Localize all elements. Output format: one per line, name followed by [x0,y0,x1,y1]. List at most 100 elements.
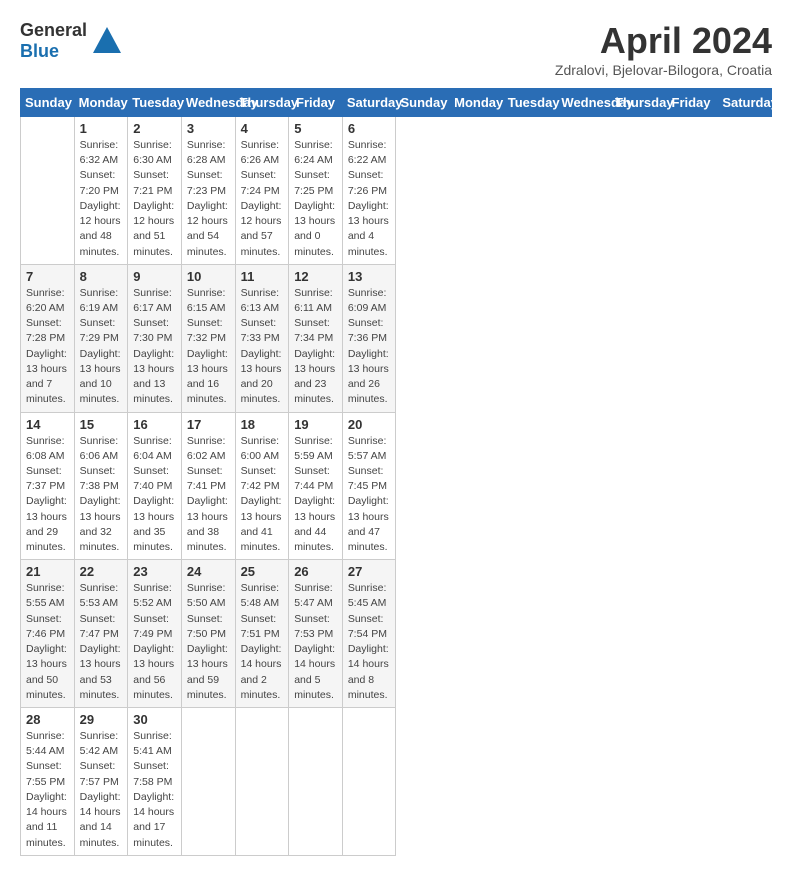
day-info: Sunrise: 5:47 AM Sunset: 7:53 PM Dayligh… [294,581,337,703]
logo: General Blue [20,20,123,62]
logo-text: General Blue [20,20,87,62]
day-info: Sunrise: 6:06 AM Sunset: 7:38 PM Dayligh… [80,434,123,556]
day-number: 13 [348,269,391,284]
day-info: Sunrise: 6:19 AM Sunset: 7:29 PM Dayligh… [80,286,123,408]
day-number: 18 [241,417,284,432]
day-number: 15 [80,417,123,432]
calendar-week-row: 28Sunrise: 5:44 AM Sunset: 7:55 PM Dayli… [21,708,772,856]
day-info: Sunrise: 6:02 AM Sunset: 7:41 PM Dayligh… [187,434,230,556]
day-number: 2 [133,121,176,136]
calendar-day-header: Tuesday [503,89,557,117]
calendar-cell: 22 Sunrise: 5:53 AM Sunset: 7:47 PM Dayli… [74,560,128,708]
day-info: Sunrise: 5:57 AM Sunset: 7:45 PM Dayligh… [348,434,391,556]
calendar-day-header: Tuesday [128,89,182,117]
calendar-cell [235,708,289,856]
calendar-day-header: Saturday [342,89,396,117]
page-header: General Blue April 2024 Zdralovi, Bjelov… [20,20,772,78]
day-info: Sunrise: 6:22 AM Sunset: 7:26 PM Dayligh… [348,138,391,260]
calendar-cell: 15 Sunrise: 6:06 AM Sunset: 7:38 PM Dayli… [74,412,128,560]
day-number: 3 [187,121,230,136]
day-info: Sunrise: 6:30 AM Sunset: 7:21 PM Dayligh… [133,138,176,260]
calendar-week-row: 14Sunrise: 6:08 AM Sunset: 7:37 PM Dayli… [21,412,772,560]
calendar-cell: 9Sunrise: 6:17 AM Sunset: 7:30 PM Daylig… [128,264,182,412]
day-number: 17 [187,417,230,432]
calendar-cell: 13 Sunrise: 6:09 AM Sunset: 7:36 PM Dayli… [342,264,396,412]
day-info: Sunrise: 6:20 AM Sunset: 7:28 PM Dayligh… [26,286,69,408]
day-number: 8 [80,269,123,284]
day-info: Sunrise: 6:26 AM Sunset: 7:24 PM Dayligh… [241,138,284,260]
day-info: Sunrise: 5:55 AM Sunset: 7:46 PM Dayligh… [26,581,69,703]
calendar-day-header: Monday [74,89,128,117]
calendar-cell: 28Sunrise: 5:44 AM Sunset: 7:55 PM Dayli… [21,708,75,856]
day-number: 21 [26,564,69,579]
calendar-cell: 4 Sunrise: 6:26 AM Sunset: 7:24 PM Daylig… [235,117,289,265]
calendar-day-header: Friday [289,89,343,117]
calendar-cell: 25 Sunrise: 5:48 AM Sunset: 7:51 PM Dayli… [235,560,289,708]
calendar-day-header: Wednesday [557,89,611,117]
day-info: Sunrise: 5:42 AM Sunset: 7:57 PM Dayligh… [80,729,123,851]
location: Zdralovi, Bjelovar-Bilogora, Croatia [555,62,772,78]
calendar-cell [21,117,75,265]
calendar-cell [289,708,343,856]
day-number: 4 [241,121,284,136]
day-number: 25 [241,564,284,579]
calendar-cell: 12 Sunrise: 6:11 AM Sunset: 7:34 PM Dayli… [289,264,343,412]
calendar-cell: 5Sunrise: 6:24 AM Sunset: 7:25 PM Daylig… [289,117,343,265]
day-info: Sunrise: 5:50 AM Sunset: 7:50 PM Dayligh… [187,581,230,703]
calendar-day-header: Saturday [718,89,772,117]
logo-blue: Blue [20,41,59,61]
day-info: Sunrise: 6:09 AM Sunset: 7:36 PM Dayligh… [348,286,391,408]
calendar-cell: 21 Sunrise: 5:55 AM Sunset: 7:46 PM Dayli… [21,560,75,708]
calendar-cell: 17 Sunrise: 6:02 AM Sunset: 7:41 PM Dayli… [181,412,235,560]
day-info: Sunrise: 6:00 AM Sunset: 7:42 PM Dayligh… [241,434,284,556]
day-number: 27 [348,564,391,579]
calendar-cell: 30Sunrise: 5:41 AM Sunset: 7:58 PM Dayli… [128,708,182,856]
day-number: 29 [80,712,123,727]
calendar-day-header: Wednesday [181,89,235,117]
calendar-cell: 11 Sunrise: 6:13 AM Sunset: 7:33 PM Dayli… [235,264,289,412]
calendar-day-header: Sunday [396,89,450,117]
day-number: 12 [294,269,337,284]
day-number: 24 [187,564,230,579]
calendar-cell: 8 Sunrise: 6:19 AM Sunset: 7:29 PM Daylig… [74,264,128,412]
day-info: Sunrise: 5:41 AM Sunset: 7:58 PM Dayligh… [133,729,176,851]
day-info: Sunrise: 5:48 AM Sunset: 7:51 PM Dayligh… [241,581,284,703]
calendar-cell: 24 Sunrise: 5:50 AM Sunset: 7:50 PM Dayli… [181,560,235,708]
day-info: Sunrise: 5:53 AM Sunset: 7:47 PM Dayligh… [80,581,123,703]
day-number: 16 [133,417,176,432]
day-number: 26 [294,564,337,579]
day-number: 10 [187,269,230,284]
calendar-cell: 18 Sunrise: 6:00 AM Sunset: 7:42 PM Dayli… [235,412,289,560]
day-number: 11 [241,269,284,284]
day-info: Sunrise: 6:24 AM Sunset: 7:25 PM Dayligh… [294,138,337,260]
calendar-cell: 20Sunrise: 5:57 AM Sunset: 7:45 PM Dayli… [342,412,396,560]
calendar-header-row: SundayMondayTuesdayWednesdayThursdayFrid… [21,89,772,117]
calendar-cell: 23 Sunrise: 5:52 AM Sunset: 7:49 PM Dayli… [128,560,182,708]
day-info: Sunrise: 6:04 AM Sunset: 7:40 PM Dayligh… [133,434,176,556]
day-info: Sunrise: 5:59 AM Sunset: 7:44 PM Dayligh… [294,434,337,556]
calendar-day-header: Thursday [611,89,665,117]
title-section: April 2024 Zdralovi, Bjelovar-Bilogora, … [555,20,772,78]
logo-general: General [20,20,87,40]
day-info: Sunrise: 5:52 AM Sunset: 7:49 PM Dayligh… [133,581,176,703]
day-info: Sunrise: 6:11 AM Sunset: 7:34 PM Dayligh… [294,286,337,408]
month-title: April 2024 [555,20,772,62]
day-number: 23 [133,564,176,579]
calendar-week-row: 1Sunrise: 6:32 AM Sunset: 7:20 PM Daylig… [21,117,772,265]
calendar-cell: 16 Sunrise: 6:04 AM Sunset: 7:40 PM Dayli… [128,412,182,560]
day-info: Sunrise: 6:15 AM Sunset: 7:32 PM Dayligh… [187,286,230,408]
calendar-cell: 10 Sunrise: 6:15 AM Sunset: 7:32 PM Dayli… [181,264,235,412]
calendar-day-header: Friday [664,89,718,117]
day-number: 19 [294,417,337,432]
day-info: Sunrise: 6:17 AM Sunset: 7:30 PM Dayligh… [133,286,176,408]
day-info: Sunrise: 6:13 AM Sunset: 7:33 PM Dayligh… [241,286,284,408]
calendar-cell: 19 Sunrise: 5:59 AM Sunset: 7:44 PM Dayli… [289,412,343,560]
calendar-day-header: Sunday [21,89,75,117]
day-number: 22 [80,564,123,579]
calendar-day-header: Monday [450,89,504,117]
calendar-cell: 26 Sunrise: 5:47 AM Sunset: 7:53 PM Dayli… [289,560,343,708]
day-info: Sunrise: 6:28 AM Sunset: 7:23 PM Dayligh… [187,138,230,260]
day-info: Sunrise: 6:32 AM Sunset: 7:20 PM Dayligh… [80,138,123,260]
calendar-week-row: 7Sunrise: 6:20 AM Sunset: 7:28 PM Daylig… [21,264,772,412]
calendar-cell: 3 Sunrise: 6:28 AM Sunset: 7:23 PM Daylig… [181,117,235,265]
